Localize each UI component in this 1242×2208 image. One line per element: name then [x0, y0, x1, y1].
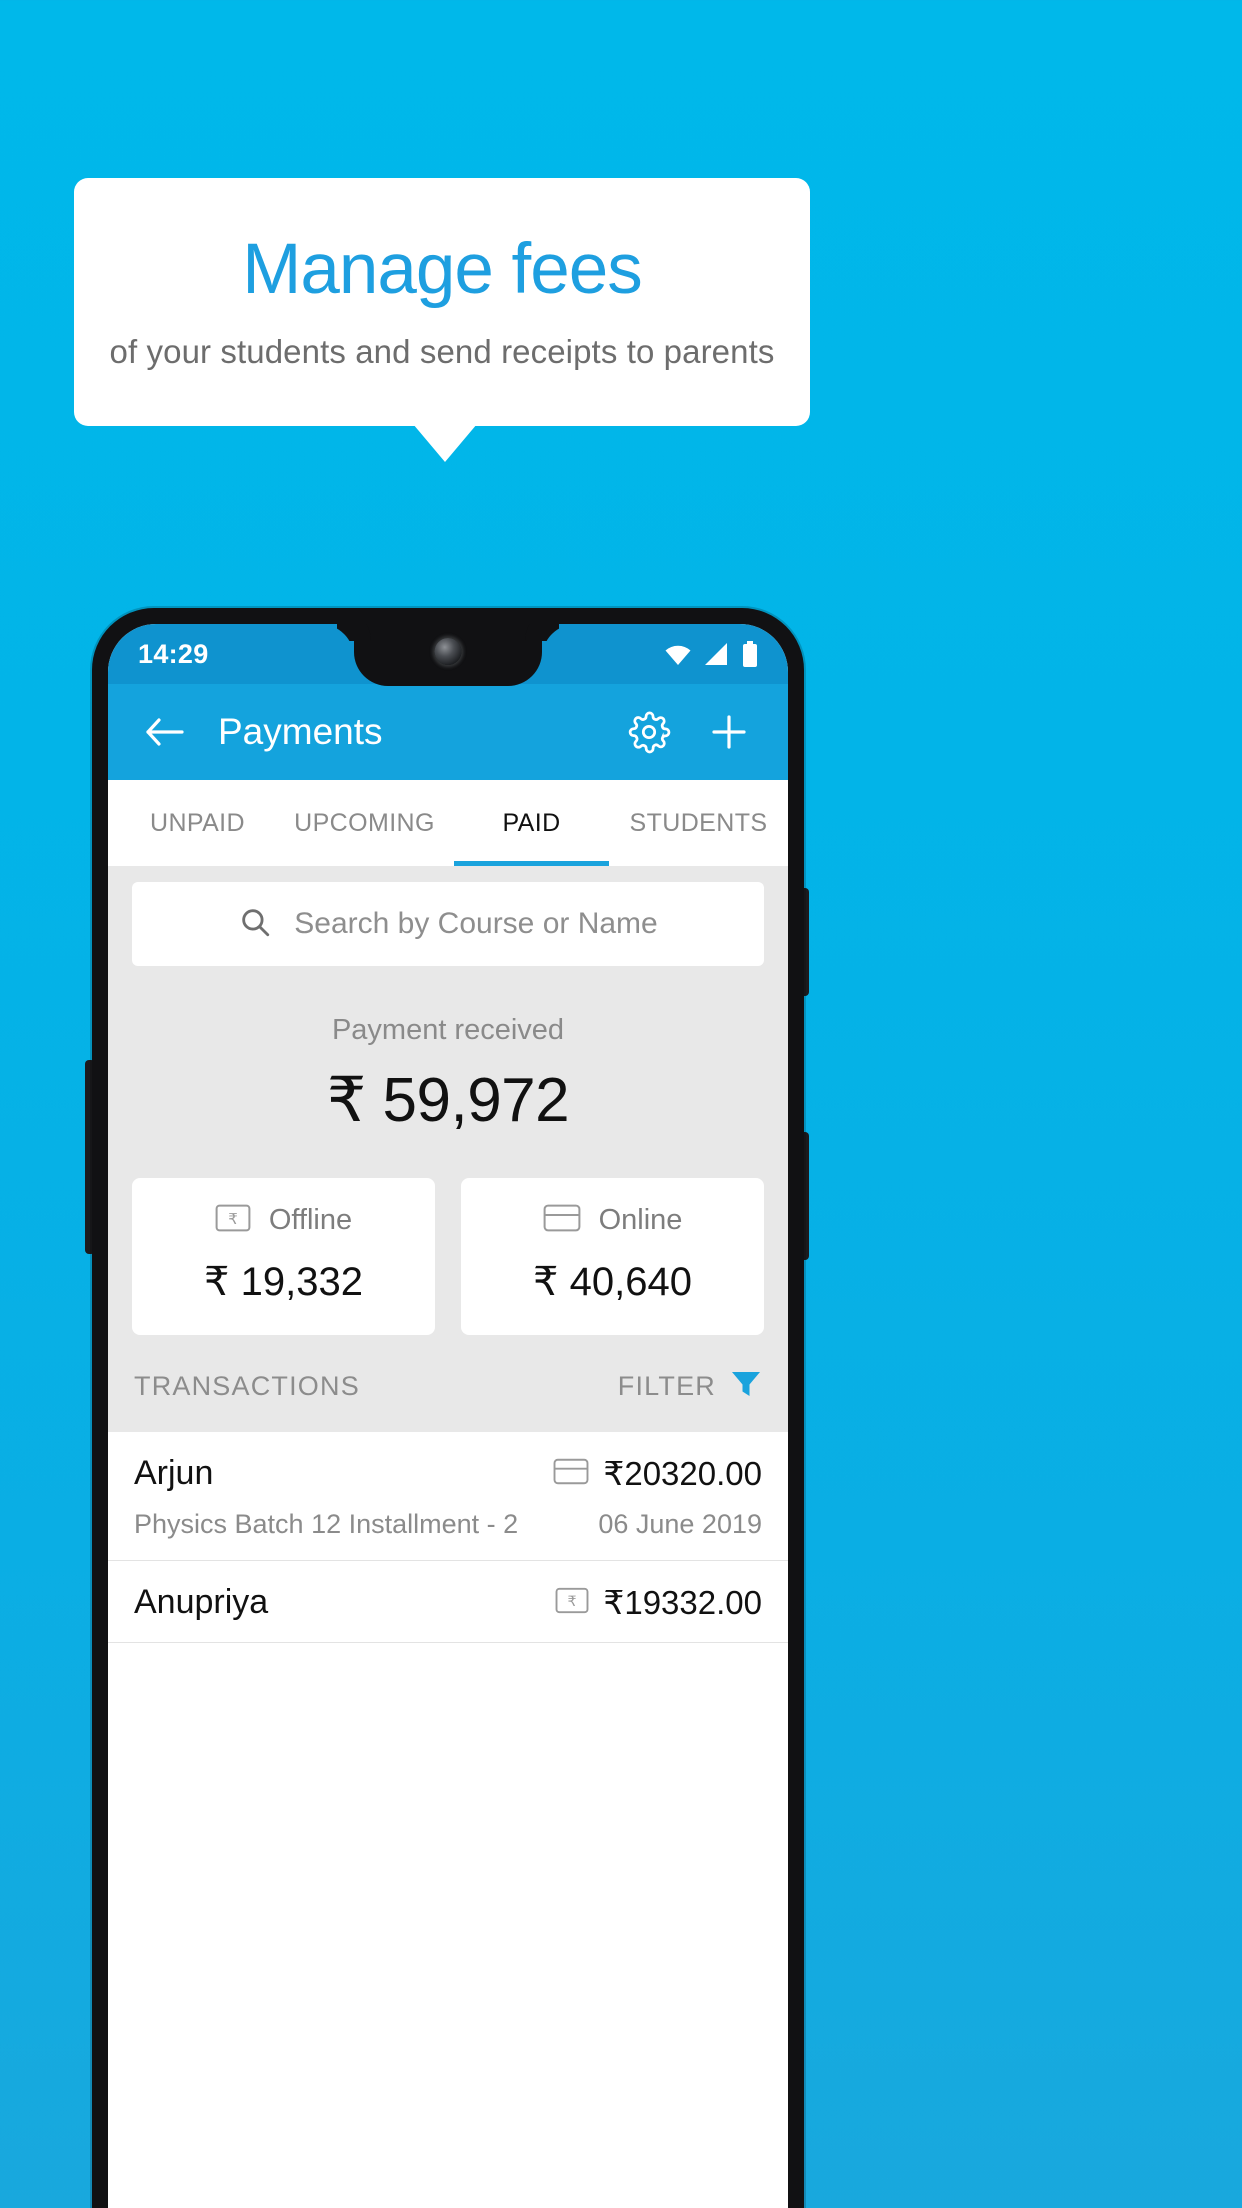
payment-received-amount: ₹ 59,972 [326, 1066, 570, 1135]
transaction-description: Physics Batch 12 Installment - 2 [134, 1509, 519, 1539]
online-card-header: Online [461, 1204, 764, 1237]
search-placeholder: Search by Course or Name [294, 907, 658, 940]
status-bar: 14:29 [108, 624, 788, 686]
table-row[interactable]: Anupriya ₹ ₹19332.00 [108, 1561, 788, 1643]
search-icon [238, 905, 272, 944]
callout-tail [413, 424, 477, 462]
transactions-header: TRANSACTIONS FILTER [108, 1335, 788, 1432]
transaction-main: Arjun ₹20320.00 [134, 1454, 762, 1493]
transactions-title: TRANSACTIONS [134, 1371, 360, 1401]
online-summary-card[interactable]: Online ₹ 40,640 [461, 1178, 764, 1335]
funnel-icon [730, 1369, 762, 1404]
promo-subtitle: of your students and send receipts to pa… [109, 333, 775, 371]
offline-summary-card[interactable]: ₹ Offline ₹ 19,332 [132, 1178, 435, 1335]
tab-bar: UNPAID UPCOMING PAID STUDENTS [108, 780, 788, 866]
phone-device: 14:29 Payments UNPAID UPCOMING PAID STUD… [92, 608, 804, 2208]
rupee-note-icon: ₹ [215, 1204, 251, 1237]
tab-upcoming[interactable]: UPCOMING [281, 780, 448, 866]
search-input[interactable]: Search by Course or Name [132, 882, 764, 966]
transaction-amount-group: ₹20320.00 [553, 1454, 762, 1493]
offline-amount: ₹ 19,332 [204, 1260, 363, 1304]
display-notch [354, 624, 542, 686]
plus-icon[interactable] [700, 703, 758, 761]
table-row[interactable]: Arjun ₹20320.00 Physics Batch 12 Install… [108, 1432, 788, 1561]
promo-title: Manage fees [242, 229, 643, 309]
payment-received-block: Payment received ₹ 59,972 [108, 984, 788, 1146]
wifi-icon [664, 644, 691, 665]
transaction-meta: Physics Batch 12 Installment - 2 06 June… [134, 1509, 762, 1540]
content-area: Search by Course or Name Payment receive… [108, 866, 788, 1643]
transaction-amount: ₹20320.00 [603, 1455, 762, 1492]
svg-text:₹: ₹ [568, 1594, 577, 1610]
promo-callout-card: Manage fees of your students and send re… [74, 178, 810, 426]
status-icons [664, 641, 758, 667]
transaction-amount-group: ₹ ₹19332.00 [555, 1583, 762, 1622]
tab-paid[interactable]: PAID [448, 780, 615, 866]
phone-screen: 14:29 Payments UNPAID UPCOMING PAID STUD… [108, 624, 788, 2208]
rupee-note-icon: ₹ [555, 1587, 589, 1619]
online-amount: ₹ 40,640 [533, 1260, 692, 1304]
filter-label: FILTER [617, 1371, 716, 1401]
transaction-name: Arjun [134, 1454, 214, 1492]
transaction-main: Anupriya ₹ ₹19332.00 [134, 1583, 762, 1622]
svg-text:₹: ₹ [228, 1210, 238, 1228]
app-bar: Payments [108, 684, 788, 780]
front-camera [434, 638, 462, 665]
tab-unpaid[interactable]: UNPAID [114, 780, 281, 866]
online-label: Online [598, 1204, 683, 1236]
tab-students[interactable]: STUDENTS [615, 780, 782, 866]
page-title: Payments [218, 711, 383, 752]
gear-icon[interactable] [620, 703, 678, 761]
credit-card-icon [543, 1204, 581, 1237]
battery-icon [742, 641, 758, 667]
offline-label: Offline [268, 1204, 353, 1236]
credit-card-icon [553, 1458, 589, 1490]
payment-breakdown: ₹ Offline ₹ 19,332 Online ₹ 40,640 [108, 1146, 788, 1335]
search-container: Search by Course or Name [108, 866, 788, 984]
transaction-amount: ₹19332.00 [603, 1584, 762, 1621]
transaction-name: Anupriya [134, 1583, 269, 1621]
transaction-date: 06 June 2019 [598, 1509, 762, 1539]
transactions-list: Arjun ₹20320.00 Physics Batch 12 Install… [108, 1432, 788, 1643]
status-time: 14:29 [138, 638, 209, 669]
filter-button[interactable]: FILTER [618, 1369, 762, 1404]
back-arrow-icon[interactable] [138, 705, 192, 759]
payment-received-label: Payment received [331, 1014, 565, 1046]
offline-card-header: ₹ Offline [132, 1204, 435, 1237]
signal-icon [703, 642, 729, 666]
